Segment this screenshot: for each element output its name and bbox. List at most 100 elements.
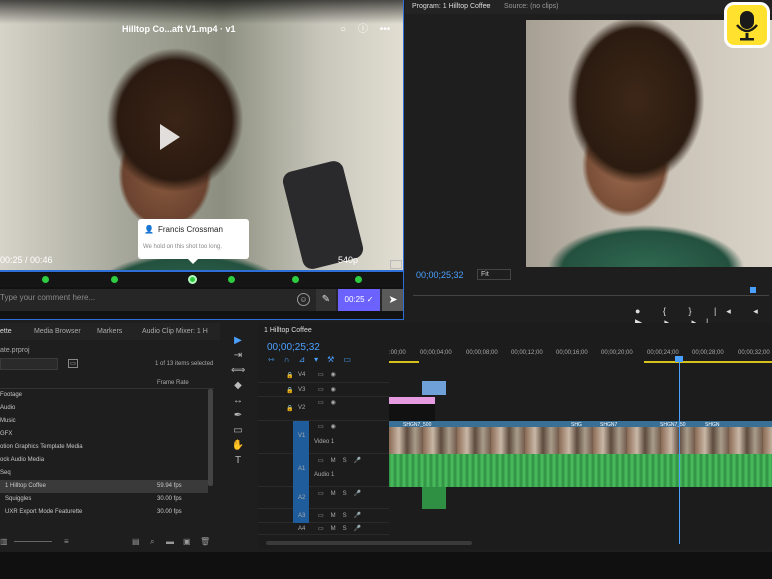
more-icon[interactable]: •••: [378, 23, 392, 37]
project-column-header: Frame Rate: [0, 378, 214, 389]
project-scrollbar[interactable]: [208, 389, 213, 486]
selection-tool-icon[interactable]: ▶: [231, 335, 245, 347]
program-ruler[interactable]: [413, 288, 769, 296]
project-row-selected[interactable]: 1 Hilltop Coffee 59.94 fps: [0, 480, 208, 493]
v3-clip[interactable]: [422, 381, 446, 395]
timeline-tab[interactable]: 1 Hilltop Coffee: [264, 327, 312, 334]
timeline-playhead[interactable]: [679, 356, 680, 544]
tab-audio-clip-mixer[interactable]: Audio Clip Mixer: 1 H: [142, 328, 208, 335]
icon-view-icon[interactable]: ▥: [0, 537, 8, 546]
timeline-ruler[interactable]: :00;00 00;00;04;00 00;00;08;00 00;00;12;…: [389, 345, 772, 359]
zoom-slider[interactable]: [14, 541, 52, 542]
comment-popup[interactable]: 👤 Francis Crossman We hold on this shot …: [138, 219, 249, 264]
review-title[interactable]: Hilltop Co...aft V1.mp4 · v1: [122, 24, 236, 34]
comment-markers: [0, 273, 403, 287]
fit-dropdown[interactable]: Fit: [477, 269, 511, 280]
timeline-scrollbar[interactable]: [266, 541, 472, 545]
type-tool-icon[interactable]: T: [231, 455, 245, 467]
track-header-v2[interactable]: 🔒 V2 ▭◉: [258, 397, 389, 421]
comment-marker[interactable]: [42, 276, 49, 283]
program-tabs: Program: 1 Hilltop Coffee ≡ Source: (no …: [405, 0, 772, 14]
comment-text: We hold on this shot too long.: [143, 244, 222, 250]
ripple-edit-icon[interactable]: ⟺: [231, 365, 245, 377]
emoji-icon[interactable]: ☺: [297, 293, 310, 306]
rectangle-tool-icon[interactable]: ▭: [231, 425, 245, 437]
fullscreen-icon[interactable]: [390, 260, 402, 269]
user-icon: 👤: [144, 225, 154, 234]
tab-markers[interactable]: Markers: [97, 328, 122, 335]
new-item-icon[interactable]: ▣: [183, 537, 191, 546]
track-header-v4[interactable]: 🔒 V4 ▭◉: [258, 367, 389, 383]
project-search-input[interactable]: [0, 358, 58, 370]
review-panel: Hilltop Co...aft V1.mp4 · v1 ○ ⓘ ••• 00:…: [0, 0, 404, 320]
bottom-bar: [0, 552, 772, 579]
review-scrubber[interactable]: [0, 270, 403, 272]
pen-tool-icon[interactable]: ✒: [231, 410, 245, 422]
v1-clip-strip[interactable]: SHGN7_500 SHG SHGN7 SHGN7_50 SHGN: [389, 421, 772, 454]
selection-count: 1 of 13 items selected: [155, 361, 214, 367]
quality-selector[interactable]: 540p: [338, 255, 358, 265]
comment-marker[interactable]: [292, 276, 299, 283]
track-header-a3[interactable]: A3 ▭MS🎤: [258, 509, 389, 523]
column-frame-rate[interactable]: Frame Rate: [157, 380, 189, 386]
tab-media-browser[interactable]: Media Browser: [34, 328, 81, 335]
project-row[interactable]: ock Audio Media: [0, 454, 208, 467]
comment-marker[interactable]: [355, 276, 362, 283]
logo: [724, 2, 770, 48]
new-bin-footer-icon[interactable]: ▬: [166, 537, 174, 546]
tab-source[interactable]: Source: (no clips): [504, 3, 558, 10]
project-row[interactable]: Seq: [0, 467, 208, 480]
project-row[interactable]: Squiggles 30.00 fps: [0, 493, 208, 506]
trash-icon[interactable]: 🗑: [200, 537, 210, 546]
new-bin-icon[interactable]: ▭: [68, 359, 78, 368]
microphone-icon: [736, 11, 758, 41]
hand-tool-icon[interactable]: ✋: [231, 440, 245, 452]
comment-bar: Type your comment here... ☺ ✎ 00:25 ✓ ➤: [0, 289, 403, 311]
menu-icon[interactable]: ≡: [486, 3, 490, 10]
project-row[interactable]: Audio: [0, 402, 208, 415]
find-icon[interactable]: ⌕: [150, 537, 154, 547]
project-tabs: ette Media Browser Markers Audio Clip Mi…: [0, 323, 220, 340]
slip-tool-icon[interactable]: ↔: [231, 395, 245, 407]
comment-input[interactable]: Type your comment here...: [0, 293, 95, 302]
timeline-timecode[interactable]: 00;00;25;32: [267, 342, 320, 353]
comment-marker[interactable]: [228, 276, 235, 283]
razor-tool-icon[interactable]: ◆: [231, 380, 245, 392]
a2-audio-clip[interactable]: [422, 487, 446, 509]
v2-clip[interactable]: Hilltop_106: [389, 397, 435, 421]
comment-marker-active[interactable]: [188, 275, 197, 284]
tab-program[interactable]: Program: 1 Hilltop Coffee: [412, 3, 490, 10]
send-icon[interactable]: ➤: [382, 289, 403, 311]
project-row[interactable]: Music: [0, 415, 208, 428]
program-timecode[interactable]: 00;00;25;32: [416, 270, 464, 280]
program-playhead[interactable]: [750, 287, 756, 293]
automate-icon[interactable]: ▤: [132, 537, 140, 546]
work-area-bar[interactable]: [389, 361, 772, 363]
project-row[interactable]: GFX: [0, 428, 208, 441]
info-icon[interactable]: ⓘ: [356, 23, 370, 37]
track-header-a1[interactable]: A1 ▭MS🎤 Audio 1: [258, 454, 389, 487]
project-footer: ▥ ≡ ▤ ⌕ ▬ ▣ 🗑: [0, 537, 220, 549]
track-header-a2[interactable]: A2 ▭MS🎤: [258, 487, 389, 509]
track-select-icon[interactable]: ⇥: [231, 350, 245, 362]
project-row[interactable]: UXR Export Mode Featurette 30.00 fps: [0, 506, 208, 519]
timeline-panel: 1 Hilltop Coffee 00;00;25;32 ⇿∩⊿▾⚒▭ :00;…: [258, 323, 772, 549]
tools-panel: ▶ ⇥ ⟺ ◆ ↔ ✒ ▭ ✋ T: [225, 323, 251, 549]
circle-icon[interactable]: ○: [336, 23, 350, 37]
timeline-tool-icons[interactable]: ⇿∩⊿▾⚒▭: [268, 355, 360, 364]
tab-palette[interactable]: ette: [0, 328, 12, 335]
track-header-v3[interactable]: 🔒 V3 ▭◉: [258, 383, 389, 397]
timecode-chip[interactable]: 00:25 ✓: [338, 289, 380, 311]
sort-icon[interactable]: ≡: [64, 537, 69, 546]
project-name: ate.prproj: [0, 347, 30, 354]
a1-audio-clip[interactable]: [389, 454, 772, 487]
project-row[interactable]: Footage: [0, 389, 208, 402]
track-header-v1[interactable]: V1 ▭◉ Video 1: [258, 421, 389, 454]
track-header-a4[interactable]: A4 ▭MS🎤: [258, 523, 389, 535]
brush-icon[interactable]: ✎: [316, 289, 336, 311]
play-icon[interactable]: [160, 124, 180, 150]
project-row[interactable]: otion Graphics Template Media: [0, 441, 208, 454]
program-video[interactable]: [526, 20, 772, 267]
comment-marker[interactable]: [111, 276, 118, 283]
project-panel: ette Media Browser Markers Audio Clip Mi…: [0, 323, 220, 549]
